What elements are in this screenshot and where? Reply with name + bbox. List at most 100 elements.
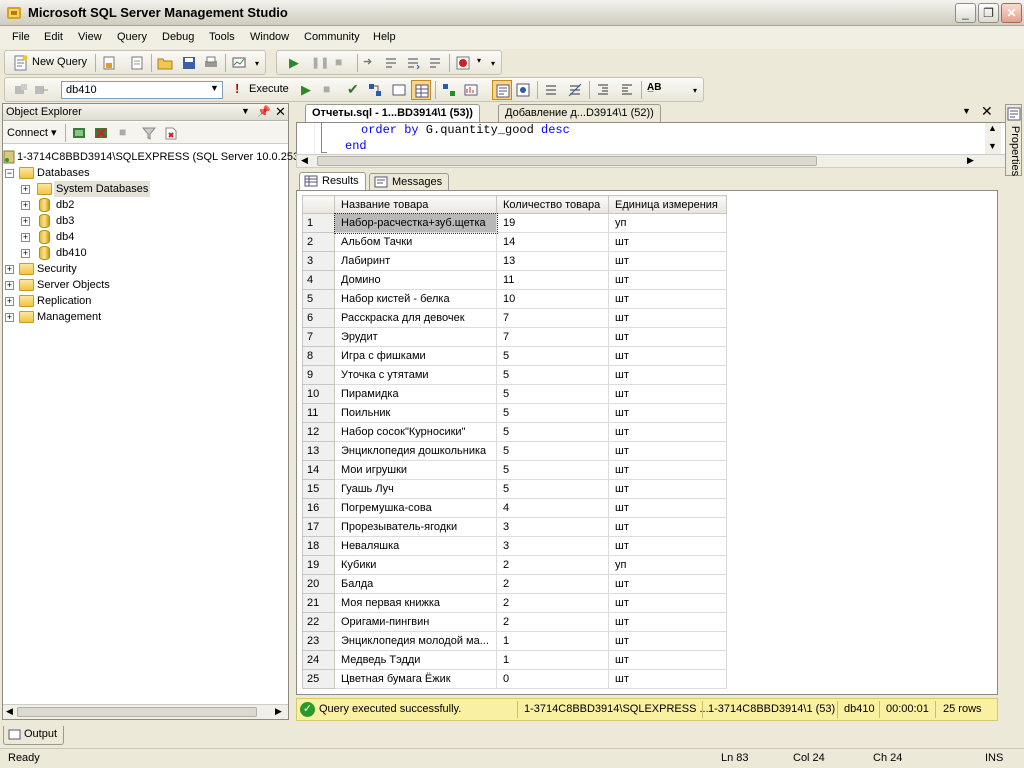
unit-cell[interactable]: шт <box>608 422 727 442</box>
row-number[interactable]: 21 <box>302 593 335 613</box>
connect-icon[interactable] <box>13 82 29 98</box>
comment-lines-icon[interactable] <box>543 82 559 98</box>
table-row[interactable]: 23 Энциклопедия молодой ма... 1 шт <box>302 631 727 651</box>
unit-cell[interactable]: шт <box>608 536 727 556</box>
unit-cell[interactable]: шт <box>608 650 727 670</box>
step-out-icon[interactable] <box>427 55 443 71</box>
close-window-button[interactable]: ✕ <box>1001 3 1022 23</box>
quantity-cell[interactable]: 19 <box>496 213 609 233</box>
quantity-cell[interactable]: 7 <box>496 327 609 347</box>
menu-community[interactable]: Community <box>304 31 360 43</box>
toolbar-overflow-icon[interactable]: ▾ <box>693 86 697 95</box>
unit-cell[interactable]: шт <box>608 232 727 252</box>
row-number[interactable]: 6 <box>302 308 335 328</box>
unit-cell[interactable]: шт <box>608 384 727 404</box>
pin-icon[interactable]: 📌 <box>257 105 271 118</box>
menu-tools[interactable]: Tools <box>209 31 235 43</box>
tab-results[interactable]: Results <box>299 172 366 191</box>
quantity-cell[interactable]: 5 <box>496 365 609 385</box>
row-number[interactable]: 25 <box>302 669 335 689</box>
table-row[interactable]: 9 Уточка с утятами 5 шт <box>302 365 727 385</box>
quantity-cell[interactable]: 1 <box>496 631 609 651</box>
step-into-icon[interactable] <box>383 55 399 71</box>
product-name-cell[interactable]: Оригами-пингвин <box>334 612 497 632</box>
expand-icon[interactable]: + <box>21 249 30 258</box>
quantity-cell[interactable]: 2 <box>496 612 609 632</box>
table-row[interactable]: 18 Неваляшка 3 шт <box>302 536 727 556</box>
unit-cell[interactable]: шт <box>608 593 727 613</box>
query-designer-icon[interactable] <box>391 82 407 98</box>
unit-cell[interactable]: шт <box>608 308 727 328</box>
results-to-text-toggle[interactable] <box>492 80 512 100</box>
quantity-cell[interactable]: 5 <box>496 384 609 404</box>
quantity-cell[interactable]: 5 <box>496 479 609 499</box>
filter-icon[interactable] <box>141 125 157 141</box>
quantity-cell[interactable]: 1 <box>496 650 609 670</box>
table-row[interactable]: 6 Расскраска для девочек 7 шт <box>302 308 727 328</box>
execute-button[interactable]: Execute <box>249 83 289 95</box>
unit-cell[interactable]: шт <box>608 365 727 385</box>
product-name-cell[interactable]: Расскраска для девочек <box>334 308 497 328</box>
table-row[interactable]: 12 Набор сосок"Курносики" 5 шт <box>302 422 727 442</box>
panel-options-icon[interactable]: ▼ <box>241 106 250 116</box>
management-node[interactable]: + Management <box>3 309 203 325</box>
row-number[interactable]: 14 <box>302 460 335 480</box>
specify-values-icon[interactable]: A̲B <box>647 82 661 93</box>
product-name-cell[interactable]: Домино <box>334 270 497 290</box>
table-row[interactable]: 3 Лабиринт 13 шт <box>302 251 727 271</box>
scrollbar-thumb[interactable] <box>317 156 817 166</box>
unit-cell[interactable]: шт <box>608 327 727 347</box>
row-number[interactable]: 8 <box>302 346 335 366</box>
disconnect-icon[interactable] <box>93 125 109 141</box>
expand-icon[interactable]: + <box>5 281 14 290</box>
system-databases-node[interactable]: + System Databases <box>3 181 203 197</box>
table-row[interactable]: 16 Погремушка-сова 4 шт <box>302 498 727 518</box>
horizontal-scrollbar[interactable]: ◀ ▶ <box>3 704 288 719</box>
new-file-icon[interactable] <box>129 55 145 71</box>
save-icon[interactable] <box>181 55 197 71</box>
product-name-cell[interactable]: Энциклопедия молодой ма... <box>334 631 497 651</box>
product-name-cell[interactable]: Набор сосок"Курносики" <box>334 422 497 442</box>
unit-cell[interactable]: шт <box>608 479 727 499</box>
row-number[interactable]: 9 <box>302 365 335 385</box>
row-number[interactable]: 16 <box>302 498 335 518</box>
debug-icon[interactable]: ▶ <box>301 82 311 98</box>
results-to-grid-toggle[interactable] <box>411 80 431 100</box>
product-name-cell[interactable]: Пирамидка <box>334 384 497 404</box>
table-row[interactable]: 11 Поильник 5 шт <box>302 403 727 423</box>
close-panel-icon[interactable]: ✕ <box>275 104 286 120</box>
row-number[interactable]: 2 <box>302 232 335 252</box>
row-number[interactable]: 1 <box>302 213 335 233</box>
product-name-cell[interactable]: Набор кистей - белка <box>334 289 497 309</box>
unit-cell[interactable]: шт <box>608 517 727 537</box>
show-next-statement-icon[interactable]: ➜ <box>363 55 372 68</box>
product-name-cell[interactable]: Погремушка-сова <box>334 498 497 518</box>
expand-icon[interactable]: + <box>5 297 14 306</box>
stop-icon[interactable]: ■ <box>335 55 342 69</box>
table-row[interactable]: 22 Оригами-пингвин 2 шт <box>302 612 727 632</box>
product-name-cell[interactable]: Альбом Тачки <box>334 232 497 252</box>
unit-cell[interactable]: шт <box>608 460 727 480</box>
table-row[interactable]: 8 Игра с фишками 5 шт <box>302 346 727 366</box>
product-name-cell[interactable]: Игра с фишками <box>334 346 497 366</box>
include-actual-plan-icon[interactable] <box>441 82 457 98</box>
stop-icon[interactable]: ■ <box>119 125 126 139</box>
row-number[interactable]: 10 <box>302 384 335 404</box>
close-tab-icon[interactable]: ✕ <box>981 103 993 120</box>
row-number[interactable]: 4 <box>302 270 335 290</box>
display-estimated-plan-icon[interactable] <box>367 82 383 98</box>
unit-cell[interactable]: уп <box>608 213 727 233</box>
security-node[interactable]: + Security <box>3 261 203 277</box>
row-number[interactable]: 13 <box>302 441 335 461</box>
increase-indent-icon[interactable] <box>619 82 635 98</box>
table-row[interactable]: 2 Альбом Тачки 14 шт <box>302 232 727 252</box>
properties-side-tab[interactable]: Properties <box>1005 104 1022 176</box>
results-to-file-icon[interactable] <box>515 82 531 98</box>
menu-help[interactable]: Help <box>373 31 396 43</box>
menu-window[interactable]: Window <box>250 31 289 43</box>
unit-cell[interactable]: уп <box>608 555 727 575</box>
column-header[interactable]: Название товара <box>334 195 497 214</box>
row-number[interactable]: 5 <box>302 289 335 309</box>
editor-horizontal-scrollbar[interactable]: ◀ ▶ <box>296 154 1006 168</box>
available-databases-select[interactable]: db410 ▼ <box>61 81 223 99</box>
